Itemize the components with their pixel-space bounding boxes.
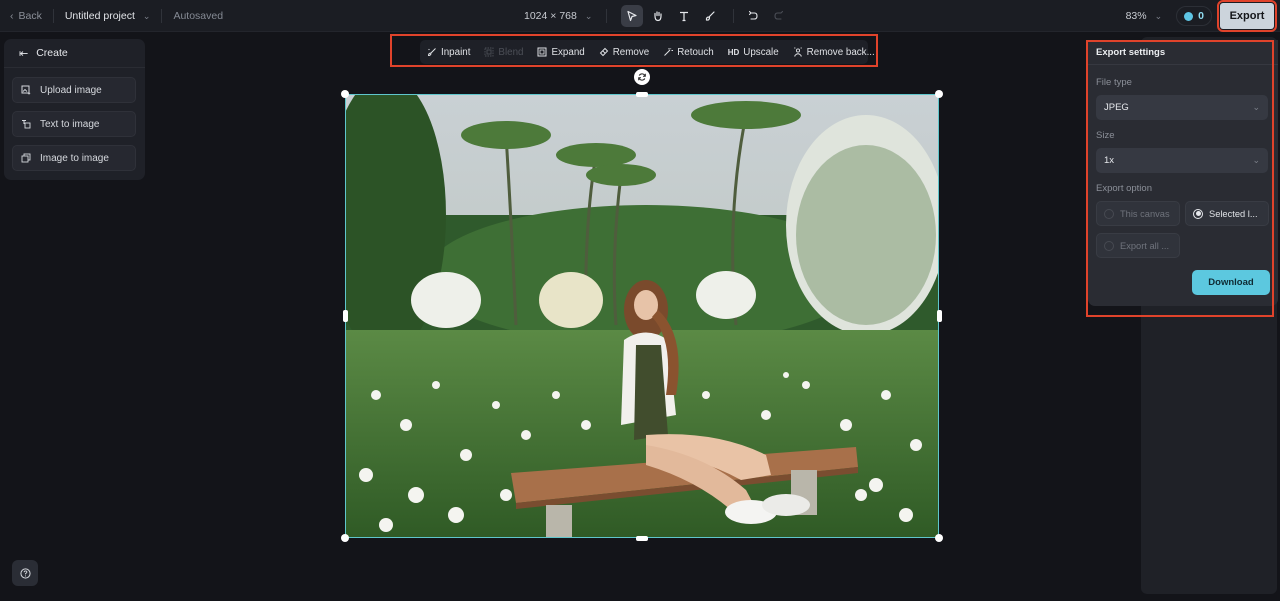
upload-image-button[interactable]: Upload image [12, 77, 136, 103]
create-panel-header[interactable]: ⇤ Create [4, 39, 145, 68]
redo-button[interactable] [768, 5, 790, 27]
divider [606, 9, 608, 23]
upscale-button[interactable]: HD Upscale [728, 47, 779, 58]
create-panel: ⇤ Create Upload image Text to image Imag… [4, 39, 145, 180]
project-name: Untitled project [64, 10, 135, 22]
resize-handle-top-left[interactable] [341, 90, 349, 98]
chevron-left-icon: ‹ [10, 10, 14, 22]
credits-badge[interactable]: 0 [1176, 6, 1212, 26]
export-button[interactable]: Export [1217, 0, 1277, 32]
hd-icon: HD [727, 47, 740, 57]
inpaint-button[interactable]: Inpaint [427, 47, 470, 58]
chevron-down-icon: ⌄ [584, 10, 593, 21]
text-tool-button[interactable] [673, 5, 695, 27]
help-button[interactable] [12, 560, 38, 586]
text-icon [680, 11, 689, 22]
retouch-button[interactable]: Retouch [663, 47, 714, 58]
select-tool-button[interactable] [621, 5, 644, 27]
resize-handle-right[interactable] [937, 310, 942, 322]
photo-scene [346, 95, 938, 537]
blend-icon [484, 47, 494, 57]
brush-tool-button[interactable] [699, 5, 721, 27]
chevron-down-icon: ⌄ [142, 10, 151, 21]
back-label: Back [18, 10, 42, 22]
remove-background-icon [793, 47, 802, 57]
rotate-handle[interactable] [634, 69, 650, 85]
inpaint-icon [427, 48, 436, 57]
collapse-arrow-icon: ⇤ [19, 47, 29, 60]
hand-tool-button[interactable] [647, 5, 669, 27]
upload-image-label: Upload image [40, 84, 102, 96]
resize-handle-bottom-left[interactable] [341, 534, 349, 542]
credit-icon [1184, 11, 1194, 21]
text-to-image-icon [22, 120, 31, 129]
export-settings-highlight [1086, 40, 1274, 317]
edit-toolbar-highlight: Inpaint Blend Expand Remove Retouch HD U… [390, 34, 878, 67]
image-to-image-label: Image to image [40, 152, 109, 164]
magic-wand-icon [664, 48, 674, 56]
blend-button[interactable]: Blend [484, 47, 523, 58]
upload-image-icon [21, 85, 31, 95]
image-to-image-button[interactable]: Image to image [12, 145, 136, 171]
divider [52, 9, 54, 23]
credits-count: 0 [1198, 10, 1204, 22]
resize-handle-top[interactable] [636, 92, 648, 97]
divider [733, 9, 735, 23]
resize-handle-bottom-right[interactable] [935, 534, 943, 542]
brush-icon [706, 11, 715, 21]
canvas-image[interactable] [345, 94, 939, 538]
rotate-icon [638, 73, 646, 81]
undo-button[interactable] [742, 5, 764, 27]
canvas-size-dropdown[interactable]: 1024 × 768 ⌄ [524, 10, 592, 22]
chevron-down-icon: ⌄ [1154, 10, 1163, 21]
cursor-icon [627, 10, 637, 22]
create-panel-title: Create [36, 47, 68, 59]
eraser-icon [599, 47, 608, 57]
resize-handle-left[interactable] [343, 310, 348, 322]
redo-icon [774, 10, 784, 20]
undo-icon [749, 10, 758, 20]
project-name-dropdown[interactable]: Untitled project ⌄ [65, 10, 151, 22]
text-to-image-label: Text to image [40, 118, 100, 130]
resize-handle-bottom[interactable] [636, 536, 648, 541]
expand-button[interactable]: Expand [537, 47, 585, 58]
top-bar: ‹ Back Untitled project ⌄ Autosaved 1024… [0, 0, 1280, 32]
canvas-size: 1024 × 768 [524, 10, 577, 22]
expand-icon [537, 47, 547, 57]
zoom-level: 83% [1125, 10, 1147, 22]
help-icon [19, 567, 31, 579]
remove-button[interactable]: Remove [599, 47, 649, 58]
text-to-image-button[interactable]: Text to image [12, 111, 136, 137]
hand-icon [654, 11, 662, 22]
remove-background-button[interactable]: Remove back... [793, 47, 875, 58]
resize-handle-top-right[interactable] [935, 90, 943, 98]
autosave-status: Autosaved [173, 10, 224, 22]
image-to-image-icon [21, 153, 31, 163]
edit-toolbar: Inpaint Blend Expand Remove Retouch HD U… [420, 40, 875, 64]
divider [161, 9, 163, 23]
back-button[interactable]: ‹ Back [10, 10, 42, 22]
zoom-level-dropdown[interactable]: 83% ⌄ [1126, 10, 1163, 22]
